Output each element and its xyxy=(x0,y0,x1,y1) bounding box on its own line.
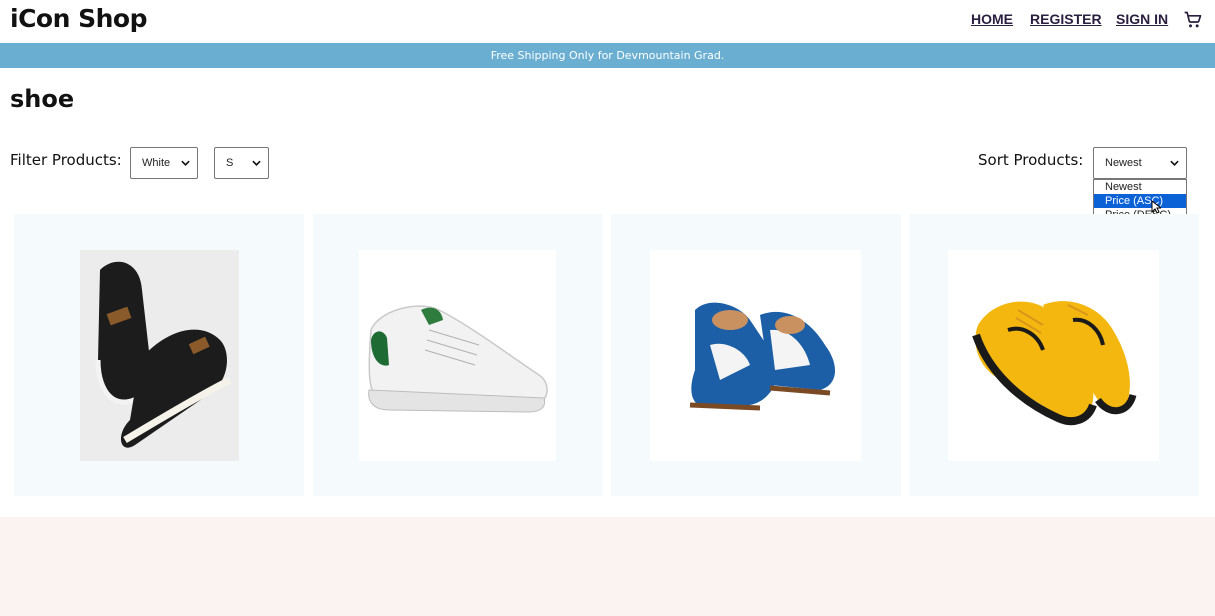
nav-link-sign-in[interactable]: SIGN IN xyxy=(1116,11,1168,27)
product-card[interactable] xyxy=(313,214,603,496)
black-high-top-sneakers-image xyxy=(80,250,239,461)
nav-link-home[interactable]: HOME xyxy=(971,11,1013,27)
product-card[interactable] xyxy=(14,214,304,496)
filter-label: Filter Products: xyxy=(10,151,122,169)
chevron-down-icon xyxy=(1170,160,1179,166)
sort-select-value: Newest xyxy=(1105,157,1142,169)
white-green-sneaker-image xyxy=(359,250,556,461)
size-filter-select[interactable]: S xyxy=(214,147,269,179)
logo[interactable]: iCon Shop xyxy=(10,4,147,33)
chevron-down-icon xyxy=(252,160,261,166)
color-filter-select[interactable]: White xyxy=(130,147,198,179)
sort-option-price-asc[interactable]: Price (ASC) xyxy=(1094,194,1186,208)
nav-link-register[interactable]: REGISTER xyxy=(1030,11,1102,27)
shopping-cart-icon[interactable] xyxy=(1183,10,1203,30)
yellow-black-running-shoes-image xyxy=(948,250,1159,461)
announcement-bar: Free Shipping Only for Devmountain Grad. xyxy=(0,43,1215,68)
mouse-pointer-icon xyxy=(1151,200,1161,214)
product-card[interactable] xyxy=(611,214,901,496)
sort-select[interactable]: Newest xyxy=(1093,147,1187,179)
page-title: shoe xyxy=(10,85,75,113)
size-filter-value: S xyxy=(226,157,234,169)
footer-banner xyxy=(0,517,1215,616)
color-filter-value: White xyxy=(142,157,171,169)
blue-white-brogue-shoes-image xyxy=(650,250,861,461)
navbar: iCon Shop HOME REGISTER SIGN IN xyxy=(0,0,1215,43)
sort-label: Sort Products: xyxy=(978,151,1084,169)
sort-option-newest[interactable]: Newest xyxy=(1094,180,1186,194)
chevron-down-icon xyxy=(181,160,190,166)
product-card[interactable] xyxy=(909,214,1199,496)
